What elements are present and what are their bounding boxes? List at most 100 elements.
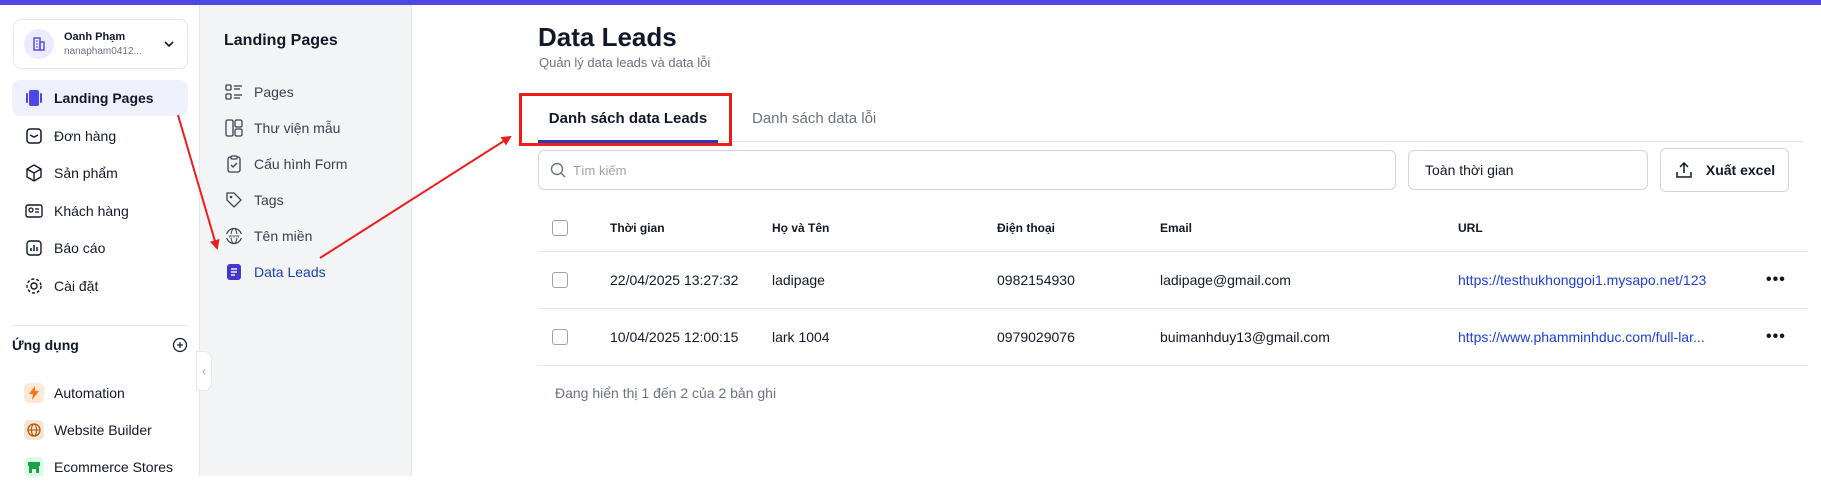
search-box[interactable] [538, 150, 1396, 190]
subnav-item-pages[interactable]: Pages [224, 74, 404, 110]
sidebar-divider [12, 325, 188, 326]
select-all-checkbox[interactable] [552, 220, 568, 236]
column-header[interactable]: Email [1160, 205, 1192, 251]
app-item-automation[interactable]: Automation [12, 374, 188, 411]
page-subtitle: Quản lý data leads và data lỗi [539, 55, 711, 70]
landing-pages-subnav: Landing Pages Pages Thư viện mẫu Cấu hìn… [200, 5, 412, 476]
lightning-icon [24, 382, 44, 403]
customer-card-icon [24, 201, 44, 221]
subnav-item-label: Tên miền [254, 228, 313, 244]
row-checkbox[interactable] [552, 272, 568, 288]
apps-header: Ứng dụng [12, 337, 188, 353]
template-icon [224, 118, 244, 138]
column-header[interactable]: Thời gian [610, 205, 665, 251]
row-more-icon[interactable]: ••• [1766, 252, 1786, 308]
export-label: Xuất excel [1705, 162, 1776, 178]
subnav-item-label: Thư viện mẫu [254, 120, 341, 136]
orders-icon [24, 126, 44, 146]
cell-time: 22/04/2025 13:27:32 [610, 272, 739, 288]
sidebar-item-products[interactable]: Sản phẩm [12, 155, 188, 191]
app-item-website-builder[interactable]: Website Builder [12, 411, 188, 448]
sidebar-item-label: Đơn hàng [54, 127, 117, 144]
account-switcher[interactable]: Oanh Phạm nanapham0412... [13, 19, 188, 69]
sidebar-item-reports[interactable]: Báo cáo [12, 230, 188, 266]
cell-phone: 0982154930 [997, 272, 1075, 288]
sidebar-item-label: Báo cáo [54, 240, 106, 256]
subnav-list: Pages Thư viện mẫu Cấu hình Form Tags ww… [224, 74, 404, 290]
sidebar-item-orders[interactable]: Đơn hàng [12, 118, 188, 154]
subnav-item-data-leads[interactable]: Data Leads [224, 254, 404, 290]
apps-list: Automation Website Builder Ecommerce Sto… [12, 374, 188, 485]
subnav-title: Landing Pages [224, 32, 338, 49]
apps-header-label: Ứng dụng [12, 337, 79, 353]
subnav-item-label: Data Leads [254, 264, 326, 280]
subnav-item-templates[interactable]: Thư viện mẫu [224, 110, 404, 146]
clipboard-check-icon [224, 154, 244, 174]
time-range-select[interactable]: Toàn thời gian [1408, 150, 1648, 190]
app-item-ecommerce-stores[interactable]: Ecommerce Stores [12, 448, 188, 485]
sidebar-item-label: Landing Pages [54, 90, 154, 106]
search-input[interactable] [573, 162, 1373, 178]
main-content: Data Leads Quản lý data leads và data lỗ… [412, 5, 1821, 476]
subnav-item-domains[interactable]: www Tên miền [224, 218, 404, 254]
cell-name: ladipage [772, 272, 825, 288]
store-icon [24, 456, 44, 477]
cell-name: lark 1004 [772, 329, 830, 345]
column-header[interactable]: Điện thoại [997, 205, 1055, 251]
sidebar-item-customers[interactable]: Khách hàng [12, 193, 188, 229]
add-app-icon[interactable] [172, 337, 188, 353]
table-header-row: Thời gian Họ và Tên Điện thoại Email URL [538, 205, 1808, 252]
row-more-icon[interactable]: ••• [1766, 309, 1786, 365]
sidebar-item-settings[interactable]: Cài đặt [12, 268, 188, 304]
tag-icon [224, 190, 244, 210]
chevron-left-icon: ‹ [202, 364, 206, 378]
table-row: 22/04/2025 13:27:32 ladipage 0982154930 … [538, 252, 1808, 309]
main-sidebar: Oanh Phạm nanapham0412... Landing Pages … [0, 5, 200, 477]
building-avatar-icon [24, 29, 54, 59]
landing-pages-icon [24, 88, 44, 108]
column-header[interactable]: URL [1458, 205, 1483, 251]
www-globe-icon: www [224, 226, 244, 246]
account-name: Oanh Phạm [64, 31, 126, 43]
cell-url-link[interactable]: https://www.phamminhduc.com/full-lar... [1458, 309, 1705, 365]
list-icon [224, 82, 244, 102]
subnav-item-label: Pages [254, 84, 294, 100]
collapse-sidebar-handle[interactable]: ‹ [196, 351, 212, 391]
column-header[interactable]: Họ và Tên [772, 205, 829, 251]
search-icon [550, 162, 566, 178]
app-label: Ecommerce Stores [54, 458, 174, 475]
row-checkbox[interactable] [552, 329, 568, 345]
app-label: Automation [54, 384, 125, 401]
time-range-value: Toàn thời gian [1425, 162, 1514, 178]
upload-icon [1676, 161, 1692, 178]
account-email: nanapham0412... [64, 46, 142, 57]
subnav-item-label: Tags [254, 192, 284, 208]
subnav-item-label: Cấu hình Form [254, 156, 348, 172]
report-chart-icon [24, 238, 44, 258]
subnav-item-form-config[interactable]: Cấu hình Form [224, 146, 404, 182]
table-row: 10/04/2025 12:00:15 lark 1004 0979029076… [538, 309, 1808, 366]
cell-email: buimanhduy13@gmail.com [1160, 329, 1330, 345]
chevron-down-icon [164, 41, 174, 48]
document-icon [224, 262, 244, 282]
pagination-summary: Đang hiển thị 1 đến 2 của 2 bản ghi [555, 385, 777, 401]
cell-url-link[interactable]: https://testhukhonggoi1.mysapo.net/123 [1458, 252, 1706, 308]
subnav-item-tags[interactable]: Tags [224, 182, 404, 218]
leads-table: Thời gian Họ và Tên Điện thoại Email URL… [538, 205, 1808, 366]
sidebar-item-label: Khách hàng [54, 202, 129, 219]
annotation-highlight-box [519, 93, 732, 146]
page-title: Data Leads [538, 22, 677, 52]
tab-data-errors[interactable]: Danh sách data lỗi [752, 95, 876, 142]
sidebar-nav: Landing Pages Đơn hàng Sản phẩm Khách hà… [12, 80, 188, 305]
sidebar-item-label: Cài đặt [54, 277, 99, 294]
sidebar-item-label: Sản phẩm [54, 165, 118, 181]
globe-icon [24, 419, 44, 440]
export-excel-button[interactable]: Xuất excel [1660, 148, 1789, 192]
gear-icon [24, 276, 44, 296]
cell-phone: 0979029076 [997, 329, 1075, 345]
cell-email: ladipage@gmail.com [1160, 272, 1291, 288]
box-icon [24, 163, 44, 183]
sidebar-item-landing-pages[interactable]: Landing Pages [12, 80, 188, 116]
app-label: Website Builder [54, 421, 152, 438]
svg-text:www: www [228, 235, 239, 240]
